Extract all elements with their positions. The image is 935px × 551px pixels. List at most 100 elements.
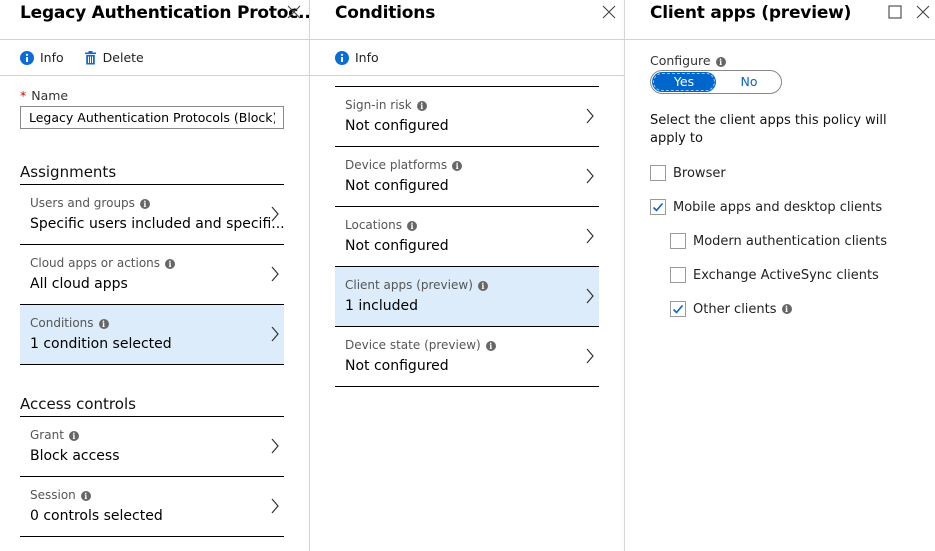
info-icon[interactable]: i (98, 318, 109, 329)
info-label: Info (40, 50, 64, 65)
delete-button[interactable]: Delete (84, 50, 144, 65)
nav-row-device-platforms[interactable]: Device platforms i Not configured (335, 147, 599, 207)
row-label: Cloud apps or actions i (30, 256, 176, 270)
info-icon[interactable]: i (715, 56, 726, 67)
configure-label: Configure i (650, 53, 935, 68)
name-field-label: * Name (20, 88, 309, 103)
chevron-right-icon (586, 168, 594, 184)
conditions-blade-header: Conditions (310, 0, 624, 40)
nav-row-device-state[interactable]: Device state (preview) i Not configured (335, 327, 599, 387)
checkbox[interactable] (670, 267, 686, 283)
row-label: Locations i (345, 218, 418, 232)
info-icon[interactable]: i (477, 280, 488, 291)
checkbox-label: Modern authentication clients (693, 233, 888, 249)
row-label: Client apps (preview) i (345, 278, 488, 292)
name-label-text: Name (31, 88, 69, 103)
checkbox-label: Mobile apps and desktop clients (673, 199, 883, 215)
maximize-icon (888, 5, 902, 19)
chevron-right-icon (586, 288, 594, 304)
policy-blade-header: Legacy Authentication Protoc... (0, 0, 317, 40)
conditions-blade-title: Conditions (335, 3, 436, 23)
row-value: Not configured (345, 358, 449, 374)
row-value: All cloud apps (30, 276, 128, 292)
checkbox[interactable] (670, 301, 686, 317)
policy-name-input[interactable] (20, 106, 284, 129)
nav-row-session[interactable]: Session i 0 controls selected (20, 477, 284, 537)
close-button[interactable] (601, 4, 617, 20)
row-value: Specific users included and specifi... (30, 216, 285, 232)
close-icon (916, 5, 930, 19)
delete-label: Delete (102, 50, 144, 65)
close-button[interactable] (286, 4, 302, 20)
access-controls-list: Grant i Block access Session i 0 controls … (20, 417, 309, 537)
access-controls-heading: Access controls (20, 391, 284, 417)
info-icon[interactable]: i (781, 304, 792, 314)
client-apps-checkbox-list: Browser Mobile apps and desktop clients … (625, 156, 935, 326)
toggle-option-no[interactable]: No (717, 71, 781, 93)
policy-blade: Legacy Authentication Protoc... Info Del… (0, 0, 317, 551)
row-value: Not configured (345, 118, 449, 134)
chevron-right-icon (271, 206, 279, 222)
assignments-heading: Assignments (20, 159, 284, 185)
checkmark-icon (652, 202, 664, 212)
chevron-right-icon (271, 438, 279, 454)
maximize-button[interactable] (887, 4, 903, 20)
checkbox-label: Browser (673, 165, 726, 181)
conditions-commandbar: Info (310, 40, 624, 76)
policy-blade-title: Legacy Authentication Protoc... (20, 3, 317, 23)
client-apps-blade-title: Client apps (preview) (650, 3, 852, 23)
configure-toggle[interactable]: Yes No (650, 70, 782, 94)
checkbox-browser[interactable]: Browser (625, 156, 935, 190)
row-label: Device state (preview) i (345, 338, 496, 352)
row-label: Conditions i (30, 316, 109, 330)
row-label: Session i (30, 488, 91, 502)
toggle-option-yes[interactable]: Yes (652, 72, 716, 92)
info-icon[interactable]: i (139, 198, 150, 209)
nav-row-cloud-apps[interactable]: Cloud apps or actions i All cloud apps (20, 245, 284, 305)
row-value: Not configured (345, 238, 449, 254)
info-button[interactable]: Info (335, 50, 379, 65)
assignments-list: Users and groups i Specific users include… (20, 185, 309, 365)
info-button[interactable]: Info (20, 50, 64, 65)
info-icon[interactable]: i (80, 490, 91, 501)
client-apps-blade-header: Client apps (preview) (625, 0, 935, 40)
chevron-right-icon (271, 266, 279, 282)
nav-row-client-apps[interactable]: Client apps (preview) i 1 included (335, 267, 599, 327)
nav-row-locations[interactable]: Locations i Not configured (335, 207, 599, 267)
chevron-right-icon (271, 498, 279, 514)
info-icon[interactable]: i (407, 220, 418, 231)
row-value: 1 condition selected (30, 336, 172, 352)
info-icon[interactable]: i (416, 100, 427, 111)
client-apps-blade: Client apps (preview) Configure i Yes No … (625, 0, 935, 551)
row-label: Device platforms i (345, 158, 463, 172)
checkbox-exchange-activesync-clients[interactable]: Exchange ActiveSync clients (625, 258, 935, 292)
nav-row-grant[interactable]: Grant i Block access (20, 417, 284, 477)
row-value: 0 controls selected (30, 508, 163, 524)
checkbox-modern-auth-clients[interactable]: Modern authentication clients (625, 224, 935, 258)
nav-row-conditions[interactable]: Conditions i 1 condition selected (20, 305, 284, 365)
row-label: Grant i (30, 428, 79, 442)
client-apps-description: Select the client apps this policy will … (650, 113, 887, 146)
row-label: Sign-in risk i (345, 98, 427, 112)
row-value: Not configured (345, 178, 449, 194)
row-label: Users and groups i (30, 196, 150, 210)
nav-row-sign-in-risk[interactable]: Sign-in risk i Not configured (335, 87, 599, 147)
chevron-right-icon (586, 348, 594, 364)
info-icon[interactable]: i (165, 258, 176, 269)
checkbox-label: Other clients (693, 301, 777, 317)
checkbox-mobile-apps-desktop-clients[interactable]: Mobile apps and desktop clients (625, 190, 935, 224)
row-value: 1 included (345, 298, 418, 314)
checkbox[interactable] (650, 199, 666, 215)
info-icon[interactable]: i (452, 160, 463, 171)
info-label: Info (355, 50, 379, 65)
checkbox[interactable] (650, 165, 666, 181)
required-marker: * (20, 88, 27, 103)
info-icon[interactable]: i (68, 430, 79, 441)
checkbox[interactable] (670, 233, 686, 249)
conditions-blade: Conditions Info Sign-in risk i Not config… (310, 0, 624, 551)
close-button[interactable] (915, 4, 931, 20)
info-icon[interactable]: i (485, 340, 496, 351)
nav-row-users-and-groups[interactable]: Users and groups i Specific users include… (20, 185, 285, 245)
checkbox-other-clients[interactable]: Other clients i (625, 292, 935, 326)
chevron-right-icon (586, 228, 594, 244)
